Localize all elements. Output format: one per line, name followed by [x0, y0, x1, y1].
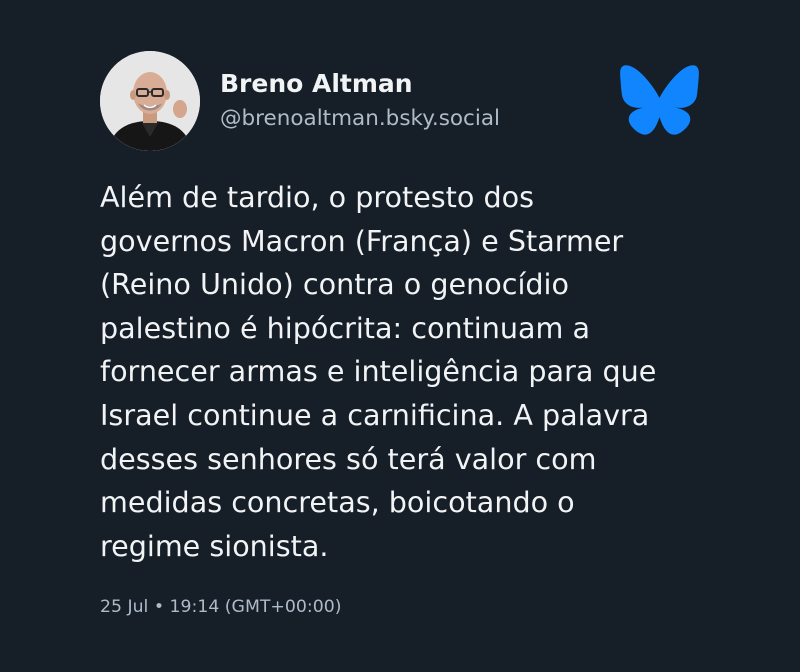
profile-photo-icon	[100, 51, 200, 151]
post-text-line: fornecer armas e inteligência para que	[100, 354, 657, 389]
author-display-name[interactable]: Breno Altman	[220, 68, 413, 100]
author-handle[interactable]: @brenoaltman.bsky.social	[220, 104, 500, 134]
post-card: Breno Altman @brenoaltman.bsky.social Al…	[0, 0, 800, 672]
post-text-line: regime sionista.	[100, 528, 329, 563]
post-text: Além de tardio, o protesto dos governos …	[100, 176, 720, 568]
post-text-line: Além de tardio, o protesto dos	[100, 180, 535, 214]
post-text-line: (Reino Unido) contra o genocídio	[100, 267, 569, 302]
post-text-line: medidas concretas, boicotando o	[100, 485, 575, 520]
post-text-line: palestino é hipócrita: continuam a	[100, 310, 590, 345]
bluesky-butterfly-icon	[618, 64, 701, 136]
post-text-line: Israel continue a carnificina. A palavra	[100, 397, 650, 432]
post-text-line: desses senhores só terá valor com	[100, 441, 597, 476]
author-avatar[interactable]	[100, 51, 200, 151]
post-text-line: governos Macron (França) e Starmer	[100, 223, 624, 258]
post-timestamp[interactable]: 25 Jul • 19:14 (GMT+00:00)	[100, 595, 341, 619]
